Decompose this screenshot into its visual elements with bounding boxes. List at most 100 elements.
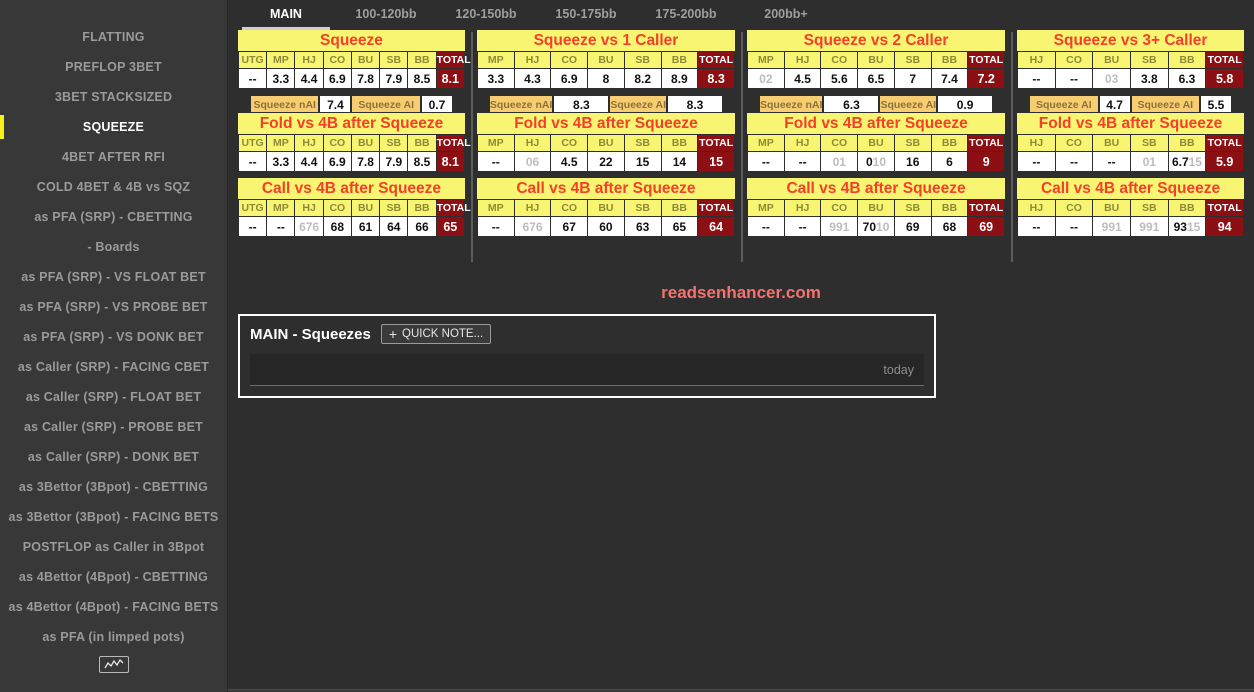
sidebar-item-as-caller-srp-facing-cbet[interactable]: as Caller (SRP) - FACING CBET [0,352,227,382]
stat-cell[interactable]: -- [747,151,785,172]
stat-cell[interactable]: -- [1054,151,1094,172]
stat-cell[interactable]: 7010 [857,216,895,237]
note-input-row[interactable]: today [250,354,924,386]
stat-cell[interactable]: 7.9 [379,151,409,172]
squeeze-ai-value[interactable]: 5.5 [1200,95,1233,113]
stat-cell[interactable]: 3.3 [266,68,296,89]
stat-cell[interactable]: -- [476,151,515,172]
stat-cell[interactable]: -- [747,216,785,237]
sidebar-item-as-pfa-srp-vs-probe-bet[interactable]: as PFA (SRP) - VS PROBE BET [0,292,227,322]
total-value[interactable]: 65 [435,216,465,237]
total-value[interactable]: 15 [697,151,735,172]
stat-cell[interactable]: -- [237,68,268,89]
stat-cell[interactable]: 9315 [1167,216,1207,237]
stat-cell[interactable]: 6.9 [550,68,589,89]
stat-cell[interactable]: -- [1054,68,1094,89]
total-value[interactable]: 8.1 [435,151,465,172]
stat-cell[interactable]: 4.3 [513,68,552,89]
stat-cell[interactable]: 3.3 [476,68,515,89]
stat-cell[interactable]: 676 [513,216,552,237]
quick-note-button[interactable]: + QUICK NOTE... [380,324,492,344]
sidebar-item-as-pfa-srp-vs-float-bet[interactable]: as PFA (SRP) - VS FLOAT BET [0,262,227,292]
stat-cell[interactable]: -- [237,151,268,172]
tab-100-120bb[interactable]: 100-120bb [336,1,436,30]
squeeze-ai-value[interactable]: 0.7 [420,95,453,113]
stat-cell[interactable]: 67 [550,216,589,237]
sidebar-item-as-pfa-srp-cbetting[interactable]: as PFA (SRP) - CBETTING [0,202,227,232]
stat-cell[interactable]: 5.6 [820,68,859,89]
stat-cell[interactable]: 4.5 [550,151,589,172]
squeeze-nai-value[interactable]: 8.3 [553,95,610,113]
sidebar-item-as-caller-srp-donk-bet[interactable]: as Caller (SRP) - DONK BET [0,442,227,472]
stat-cell[interactable]: 69 [893,216,932,237]
total-value[interactable]: 94 [1205,216,1244,237]
sidebar-item-flatting[interactable]: FLATTING [0,22,227,52]
stat-cell[interactable]: -- [237,216,268,237]
stat-cell[interactable]: 63 [623,216,662,237]
line-chart-icon[interactable] [98,656,129,673]
total-value[interactable]: 69 [967,216,1006,237]
sidebar-item-boards[interactable]: - Boards [0,232,227,262]
stat-cell[interactable]: 6.9 [322,68,352,89]
stat-cell[interactable]: 8.9 [660,68,699,89]
stat-cell[interactable]: -- [1054,216,1094,237]
stat-cell[interactable]: 6 [930,151,969,172]
stat-cell[interactable]: 8.5 [407,151,437,172]
stat-cell[interactable]: -- [783,151,822,172]
stat-cell[interactable]: 8.5 [407,68,437,89]
stat-cell[interactable]: 7 [893,68,932,89]
stat-cell[interactable]: 6.715 [1167,151,1207,172]
stat-cell[interactable]: 68 [930,216,969,237]
stat-cell[interactable]: 6.9 [322,151,352,172]
sidebar-item-postflop-as-caller-in-3bpot[interactable]: POSTFLOP as Caller in 3Bpot [0,532,227,562]
stat-cell[interactable]: -- [476,216,515,237]
stat-cell[interactable]: 02 [747,68,785,89]
stat-cell[interactable]: 7.9 [379,68,409,89]
stat-cell[interactable]: 6.3 [1167,68,1207,89]
stat-cell[interactable]: -- [1017,151,1056,172]
tab-120-150bb[interactable]: 120-150bb [436,1,536,30]
stat-cell[interactable]: 4.4 [294,151,324,172]
total-value[interactable]: 5.8 [1205,68,1244,89]
tab-200bb[interactable]: 200bb+ [736,1,836,30]
stat-cell[interactable]: -- [783,216,822,237]
stat-cell[interactable]: -- [266,216,296,237]
stat-cell[interactable]: 4.5 [783,68,822,89]
squeeze-ai-value[interactable]: 0.9 [937,95,994,113]
sidebar-item-3bet-stacksized[interactable]: 3BET STACKSIZED [0,82,227,112]
sidebar-item-squeeze[interactable]: SQUEEZE [0,112,227,142]
sidebar-item-cold-4bet-4b-vs-sqz[interactable]: COLD 4BET & 4B vs SQZ [0,172,227,202]
stat-cell[interactable]: 68 [322,216,352,237]
tab-150-175bb[interactable]: 150-175bb [536,1,636,30]
stat-cell[interactable]: 03 [1092,68,1131,89]
stat-cell[interactable]: 7.4 [930,68,969,89]
sidebar-item-as-4bettor-4bpot-cbetting[interactable]: as 4Bettor (4Bpot) - CBETTING [0,562,227,592]
sidebar-item-as-3bettor-3bpot-cbetting[interactable]: as 3Bettor (3Bpot) - CBETTING [0,472,227,502]
stat-cell[interactable]: 15 [623,151,662,172]
sidebar-item-as-caller-srp-probe-bet[interactable]: as Caller (SRP) - PROBE BET [0,412,227,442]
squeeze-ai-value[interactable]: 8.3 [667,95,723,113]
stat-cell[interactable]: 8.2 [623,68,662,89]
total-value[interactable]: 8.1 [435,68,465,89]
stat-cell[interactable]: 06 [513,151,552,172]
total-value[interactable]: 8.3 [697,68,735,89]
squeeze-nai-value[interactable]: 6.3 [823,95,880,113]
sidebar-item-as-pfa-srp-vs-donk-bet[interactable]: as PFA (SRP) - VS DONK BET [0,322,227,352]
squeeze-nai-value[interactable]: 7.4 [319,95,352,113]
stat-cell[interactable]: 7.8 [350,151,381,172]
stat-cell[interactable]: 66 [407,216,437,237]
stat-cell[interactable]: 4.4 [294,68,324,89]
stat-cell[interactable]: 991 [820,216,859,237]
sidebar-item-as-caller-srp-float-bet[interactable]: as Caller (SRP) - FLOAT BET [0,382,227,412]
stat-cell[interactable]: 60 [587,216,625,237]
stat-cell[interactable]: 16 [893,151,932,172]
stat-cell[interactable]: 22 [587,151,625,172]
stat-cell[interactable]: 61 [350,216,381,237]
sidebar-item-as-pfa-in-limped-pots[interactable]: as PFA (in limped pots) [0,622,227,652]
stat-cell[interactable]: 991 [1092,216,1131,237]
tab-main[interactable]: MAIN [236,1,336,30]
tab-175-200bb[interactable]: 175-200bb [636,1,736,30]
total-value[interactable]: 9 [967,151,1006,172]
sidebar-item-as-4bettor-4bpot-facing-bets[interactable]: as 4Bettor (4Bpot) - FACING BETS [0,592,227,622]
stat-cell[interactable]: 7.8 [350,68,381,89]
